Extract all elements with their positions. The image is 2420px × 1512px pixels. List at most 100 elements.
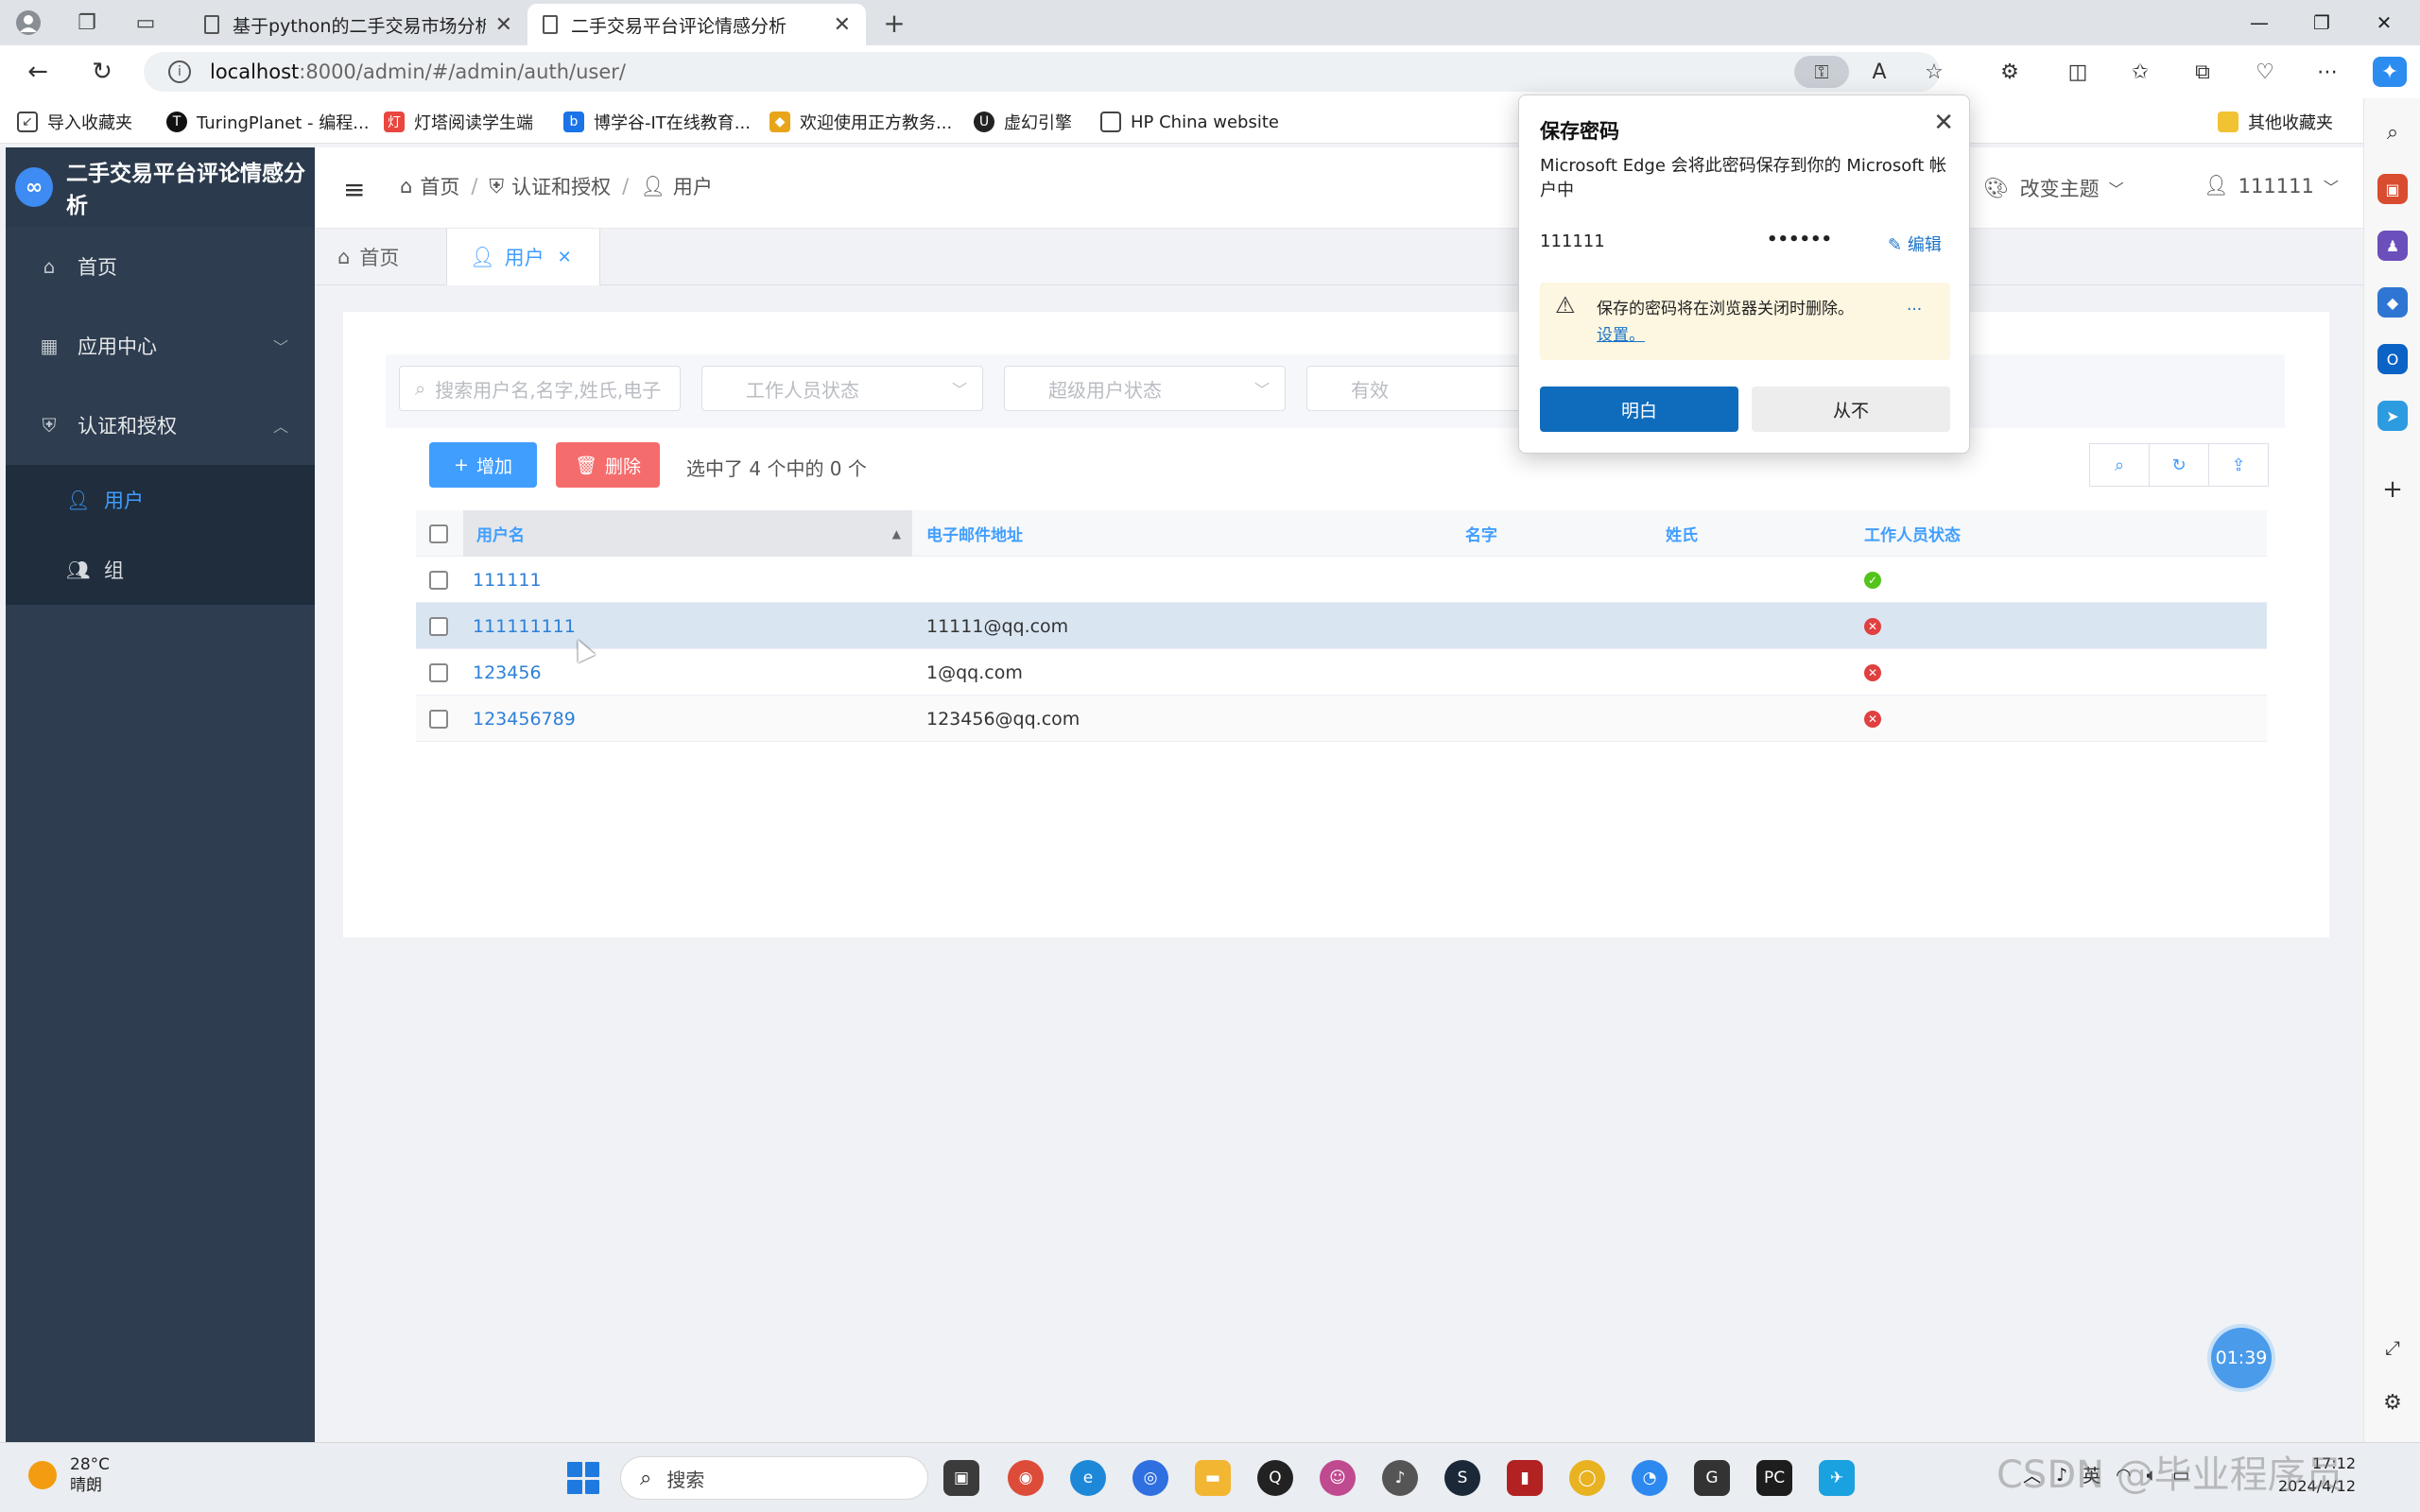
favorites-icon[interactable]: ✩ [2123,57,2157,87]
user-menu[interactable]: 👤︎ 111111 ﹀ [2204,174,2339,198]
tab-home[interactable]: ⌂ 首页 [315,229,447,285]
edge-icon[interactable]: e [1070,1460,1106,1496]
tab-actions-icon[interactable]: ▭ [130,8,161,38]
close-icon[interactable]: ✕ [1933,109,1954,137]
messenger-icon[interactable]: ◔ [1632,1460,1668,1496]
restore-icon[interactable]: ❐ [2303,8,2341,38]
active-select[interactable]: 有效 [1306,366,1524,411]
bookmark-dengta[interactable]: 灯 灯塔阅读学生端 [384,108,533,136]
username-link[interactable]: 111111 [473,570,542,591]
qq-icon[interactable]: Q [1257,1460,1293,1496]
url-input[interactable]: i localhost:8000/admin/#/admin/auth/user… [144,52,1940,92]
sidebar-item-groups[interactable]: 👥︎ 组 [6,535,315,605]
column-email[interactable]: 电子邮件地址 [926,510,1023,557]
refresh-icon[interactable]: ↻ [85,57,119,87]
search-icon[interactable]: ⌕ [2377,117,2408,147]
got-it-button[interactable]: 明白 [1540,387,1738,432]
file-explorer-icon[interactable]: ▬ [1195,1460,1231,1496]
column-staff-status[interactable]: 工作人员状态 [1864,510,1961,557]
feishu-icon[interactable]: ✈ [1819,1460,1855,1496]
column-first-name[interactable]: 名字 [1465,510,1497,557]
task-view-icon[interactable]: ▣ [943,1460,979,1496]
info-icon[interactable]: i [168,60,191,83]
row-checkbox[interactable] [429,696,448,742]
bookmark-unreal[interactable]: U 虚幻引擎 [974,108,1072,136]
bookmark-zhengfang[interactable]: ◆ 欢迎使用正方教务... [769,108,952,136]
username-link[interactable]: 111111111 [473,616,576,637]
hide-sidebar-icon[interactable]: ⤢ [2377,1332,2408,1363]
username-cell[interactable]: 123456 [473,649,542,696]
breadcrumb-home[interactable]: 首页 [420,172,459,200]
bookmark-other[interactable]: 其他收藏夹 [2218,108,2333,136]
superuser-status-select[interactable]: 超级用户状态 ﹀ [1004,366,1286,411]
games-icon[interactable]: ♟ [2377,231,2408,261]
chrome-icon[interactable]: ◉ [1008,1460,1044,1496]
never-button[interactable]: 从不 [1752,387,1950,432]
export-tool-button[interactable]: ⇪ [2208,443,2269,487]
select-all-checkbox[interactable] [429,510,448,557]
chat-app-icon[interactable]: ◎ [1132,1460,1168,1496]
tools-icon[interactable]: ▣ [2377,174,2408,204]
theme-selector[interactable]: 🎨︎ 改变主题 ﹀ [1983,174,2124,202]
settings-icon[interactable]: ⚙ [2377,1387,2408,1418]
weather-widget[interactable]: 28°C 晴朗 [28,1454,110,1496]
sidebar-item-home[interactable]: ⌂ 首页 [6,227,315,306]
red-app-icon[interactable]: ▮ [1507,1460,1543,1496]
pycharm-icon[interactable]: PC [1756,1460,1792,1496]
tab-users[interactable]: 👤︎ 用户 ✕ [447,229,600,285]
breadcrumb-auth[interactable]: 认证和授权 [511,172,611,200]
collections-icon[interactable]: ❐ [72,8,102,38]
username-cell[interactable]: 111111 [473,557,542,603]
copilot-app-icon[interactable]: ◆ [2377,287,2408,318]
edit-button[interactable]: ✎ 编辑 [1888,232,1942,256]
username-cell[interactable]: 111111111 [473,603,576,649]
split-screen-icon[interactable]: ◫ [2061,57,2095,87]
new-tab-icon[interactable]: + [879,8,909,39]
outlook-icon[interactable]: O [2377,344,2408,374]
column-last-name[interactable]: 姓氏 [1666,510,1698,557]
username-cell[interactable]: 123456789 [473,696,576,742]
minimize-icon[interactable]: — [2240,8,2278,38]
table-row[interactable]: 123456789 123456@qq.com ✕ [416,696,2267,742]
bookmark-import[interactable]: ↙ 导入收藏夹 [17,108,132,136]
settings-link[interactable]: 设置。 [1597,326,1645,345]
close-window-icon[interactable]: ✕ [2365,8,2403,38]
more-link[interactable]: ... [1907,296,1922,315]
browser-tab-1[interactable]: 基于python的二手交易市场分析 ✕ [189,4,527,45]
add-sidebar-icon[interactable]: + [2377,474,2408,505]
browser-tab-2[interactable]: 二手交易平台评论情感分析 ✕ [527,4,866,45]
delete-button[interactable]: 🗑︎ 删除 [556,442,660,488]
yellow-app-icon[interactable]: ◯ [1569,1460,1605,1496]
close-icon[interactable]: ✕ [558,248,572,267]
profile-icon[interactable] [13,8,43,38]
read-aloud-icon[interactable]: A [1862,57,1896,87]
row-checkbox[interactable] [429,603,448,649]
table-row[interactable]: 111111 ✓ [416,557,2267,603]
bookmark-hp[interactable]: HP China website [1100,108,1279,136]
more-menu-icon[interactable]: ⋯ [2310,57,2344,87]
add-button[interactable]: + 增加 [429,442,537,488]
browser-essentials-icon[interactable]: ♡ [2248,57,2282,87]
copilot-icon[interactable]: ✦ [2373,57,2407,87]
refresh-tool-button[interactable]: ↻ [2149,443,2209,487]
avatar-app-icon[interactable]: ☺ [1320,1460,1356,1496]
search-input[interactable]: ⌕ 搜索用户名,名字,姓氏,电子 [399,366,681,411]
close-tab-icon[interactable]: ✕ [495,13,512,37]
password-key-icon[interactable]: ⚿ [1794,56,1849,88]
sidebar-item-app-center[interactable]: ▦ 应用中心 ﹀ [6,306,315,386]
taskbar-search[interactable]: ⌕ 搜索 [620,1456,928,1500]
favorite-star-icon[interactable]: ☆ [1917,57,1951,87]
sidebar-item-users[interactable]: 👤︎ 用户 [6,465,315,535]
username-link[interactable]: 123456789 [473,709,576,730]
github-desktop-icon[interactable]: G [1694,1460,1730,1496]
row-checkbox[interactable] [429,649,448,696]
table-row[interactable]: 123456 1@qq.com ✕ [416,649,2267,696]
hamburger-menu-icon[interactable]: ≡ [343,174,365,205]
search-tool-button[interactable]: ⌕ [2089,443,2150,487]
column-username[interactable]: 用户名 ▲ [463,510,912,557]
app-logo[interactable]: ∞ 二手交易平台评论情感分析 [6,147,315,227]
music-app-icon[interactable]: ♪ [1382,1460,1418,1496]
floating-timer[interactable]: 01:39 [2211,1328,2272,1388]
send-icon[interactable]: ➤ [2377,401,2408,431]
username-link[interactable]: 123456 [473,662,542,683]
